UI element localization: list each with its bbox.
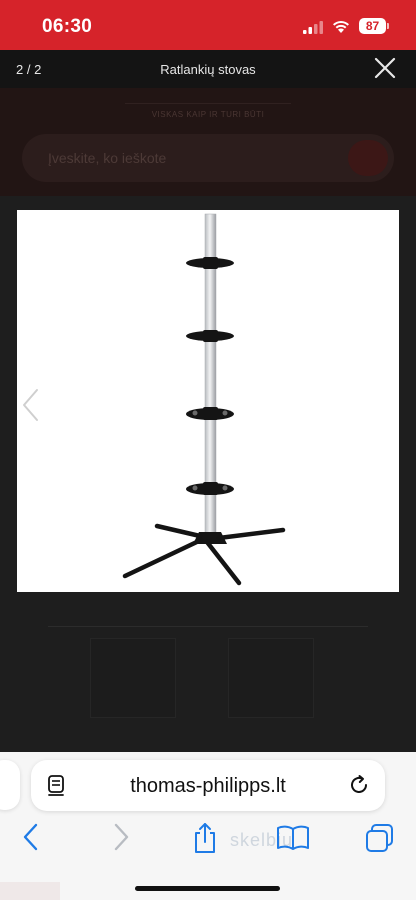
url-text: thomas-philipps.lt [130, 775, 286, 797]
gallery-header: 2 / 2 Ratlankių stovas [0, 50, 416, 88]
thumbnail-divider [48, 626, 368, 627]
thumbnail-1 [90, 638, 176, 718]
signal-icon [303, 21, 323, 34]
site-search-bar: Įveskite, ko ieškote [22, 134, 394, 182]
battery-cap [387, 23, 389, 29]
share-icon[interactable] [192, 822, 218, 854]
wifi-icon [333, 21, 349, 33]
bookmarks-icon[interactable] [276, 822, 310, 852]
product-image[interactable] [17, 210, 399, 592]
status-time: 06:30 [42, 16, 93, 37]
forward-icon[interactable] [110, 822, 132, 852]
site-search-placeholder: Įveskite, ko ieškote [48, 150, 167, 166]
close-icon[interactable] [372, 55, 398, 81]
tabs-icon[interactable] [364, 822, 396, 854]
rim-stand-illustration [122, 213, 286, 586]
reload-icon[interactable] [347, 773, 371, 797]
browser-bottom-bar: thomas-philipps.lt skelbiu [0, 752, 416, 900]
previous-tab-peek[interactable] [0, 760, 20, 810]
status-bar: 06:30 87 [0, 0, 416, 50]
gallery-title: Ratlankių stovas [160, 62, 256, 77]
thumbnail-2 [228, 638, 314, 718]
site-tagline: VISKAS KAIP IR TURI BŪTI [151, 110, 265, 119]
site-header: VISKAS KAIP IR TURI BŪTI Įveskite, ko ie… [0, 88, 416, 196]
bottom-left-tint [0, 882, 60, 900]
chevron-left-icon[interactable] [20, 388, 42, 422]
address-bar[interactable]: thomas-philipps.lt [31, 760, 385, 811]
site-search-button [348, 140, 388, 176]
site-logo [125, 90, 291, 104]
back-icon[interactable] [20, 822, 42, 852]
battery-icon: 87 [359, 18, 389, 34]
home-indicator [135, 886, 280, 891]
battery-level: 87 [359, 18, 386, 34]
